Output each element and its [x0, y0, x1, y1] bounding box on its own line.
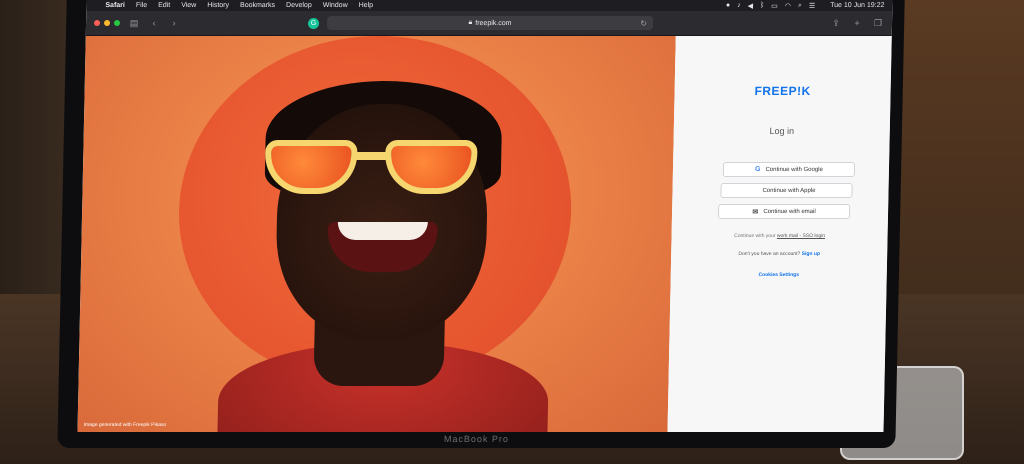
new-tab-icon[interactable]: + [851, 18, 863, 29]
back-icon[interactable]: ‹ [148, 18, 160, 28]
menu-view[interactable]: View [181, 2, 196, 9]
signup-link[interactable]: Sign up [802, 251, 820, 257]
hero-glasses-bridge [353, 152, 390, 160]
hero-lens-left [264, 140, 358, 194]
status-battery-icon[interactable]: ▭ [771, 2, 778, 10]
status-wifi-icon[interactable]: ◠ [785, 2, 791, 10]
menu-bookmarks[interactable]: Bookmarks [240, 2, 275, 9]
hero-image: Image generated with Freepik Pikaso [77, 36, 676, 432]
google-icon: G [754, 166, 761, 173]
hero-caption: Image generated with Freepik Pikaso [83, 422, 167, 428]
menu-clock[interactable]: Tue 10 Jun 19:22 [830, 2, 884, 9]
sso-line: Continue with your work mail - SSO login [672, 233, 888, 239]
login-panel: FREEP!K Log in G Continue with Google Co… [667, 36, 892, 432]
sidebar-toggle-icon[interactable]: ▤ [128, 18, 140, 29]
email-button-label: Continue with email [763, 208, 816, 215]
laptop-model-label: MacBook Pro [443, 434, 510, 444]
grammarly-extension-icon[interactable]: G [307, 17, 320, 29]
status-bluetooth-icon[interactable]: ᛒ [760, 2, 764, 9]
freepik-logo[interactable]: FREEP!K [674, 84, 890, 98]
menu-bar: Safari File Edit View History Bookmarks … [86, 0, 893, 11]
status-control-center-icon[interactable]: ☰ [809, 2, 815, 10]
mail-icon: ✉ [752, 208, 759, 216]
zoom-window-button[interactable] [113, 20, 121, 26]
continue-with-apple-button[interactable]: Continue with Apple [720, 183, 853, 198]
tab-overview-icon[interactable]: ❐ [872, 18, 884, 29]
forward-icon[interactable]: › [168, 18, 180, 28]
menu-help[interactable]: Help [359, 2, 374, 9]
sso-login-link[interactable]: work mail - SSO login [777, 233, 825, 239]
page-content: Image generated with Freepik Pikaso FREE… [77, 36, 892, 432]
minimize-window-button[interactable] [103, 20, 111, 26]
sso-prefix: Continue with your [734, 233, 776, 239]
google-button-label: Continue with Google [765, 166, 823, 173]
signup-line: Don't you have an account? Sign up [671, 251, 887, 257]
status-music-icon[interactable]: ♪ [737, 2, 741, 9]
continue-with-google-button[interactable]: G Continue with Google [722, 162, 856, 177]
address-bar-url: freepik.com [475, 19, 512, 27]
laptop-screen: Safari File Edit View History Bookmarks … [77, 0, 893, 432]
status-circle-icon[interactable]: ● [726, 2, 730, 9]
menu-history[interactable]: History [207, 2, 229, 9]
menu-window[interactable]: Window [323, 2, 348, 9]
hero-lens-right [384, 140, 478, 194]
address-bar[interactable]: 🔒︎ freepik.com ↻ [326, 16, 654, 30]
login-title: Log in [769, 126, 795, 136]
safari-toolbar: ▤ ‹ › G 🔒︎ freepik.com ↻ ⇪ + ❐ [85, 11, 893, 36]
continue-with-email-button[interactable]: ✉ Continue with email [717, 204, 851, 219]
cookies-settings-link[interactable]: Cookies Settings [671, 272, 887, 278]
close-window-button[interactable] [93, 20, 101, 26]
menu-app-name[interactable]: Safari [105, 2, 125, 9]
status-icons: ● ♪ ◀ ᛒ ▭ ◠ ⌕ ☰ [726, 2, 815, 10]
reload-icon[interactable]: ↻ [640, 19, 647, 28]
status-volume-icon[interactable]: ◀ [748, 2, 754, 10]
window-controls [93, 20, 121, 26]
signup-prefix: Don't you have an account? [738, 251, 801, 257]
toolbar-right: ⇪ + ❐ [830, 18, 884, 29]
status-search-icon[interactable]: ⌕ [798, 2, 802, 10]
share-icon[interactable]: ⇪ [830, 18, 842, 29]
hero-sunglasses [264, 140, 478, 198]
menu-edit[interactable]: Edit [158, 2, 170, 9]
lock-icon: 🔒︎ [468, 19, 473, 26]
apple-button-label: Continue with Apple [762, 187, 816, 194]
menu-file[interactable]: File [136, 2, 147, 9]
menu-develop[interactable]: Develop [286, 2, 312, 9]
hero-teeth [337, 222, 428, 240]
